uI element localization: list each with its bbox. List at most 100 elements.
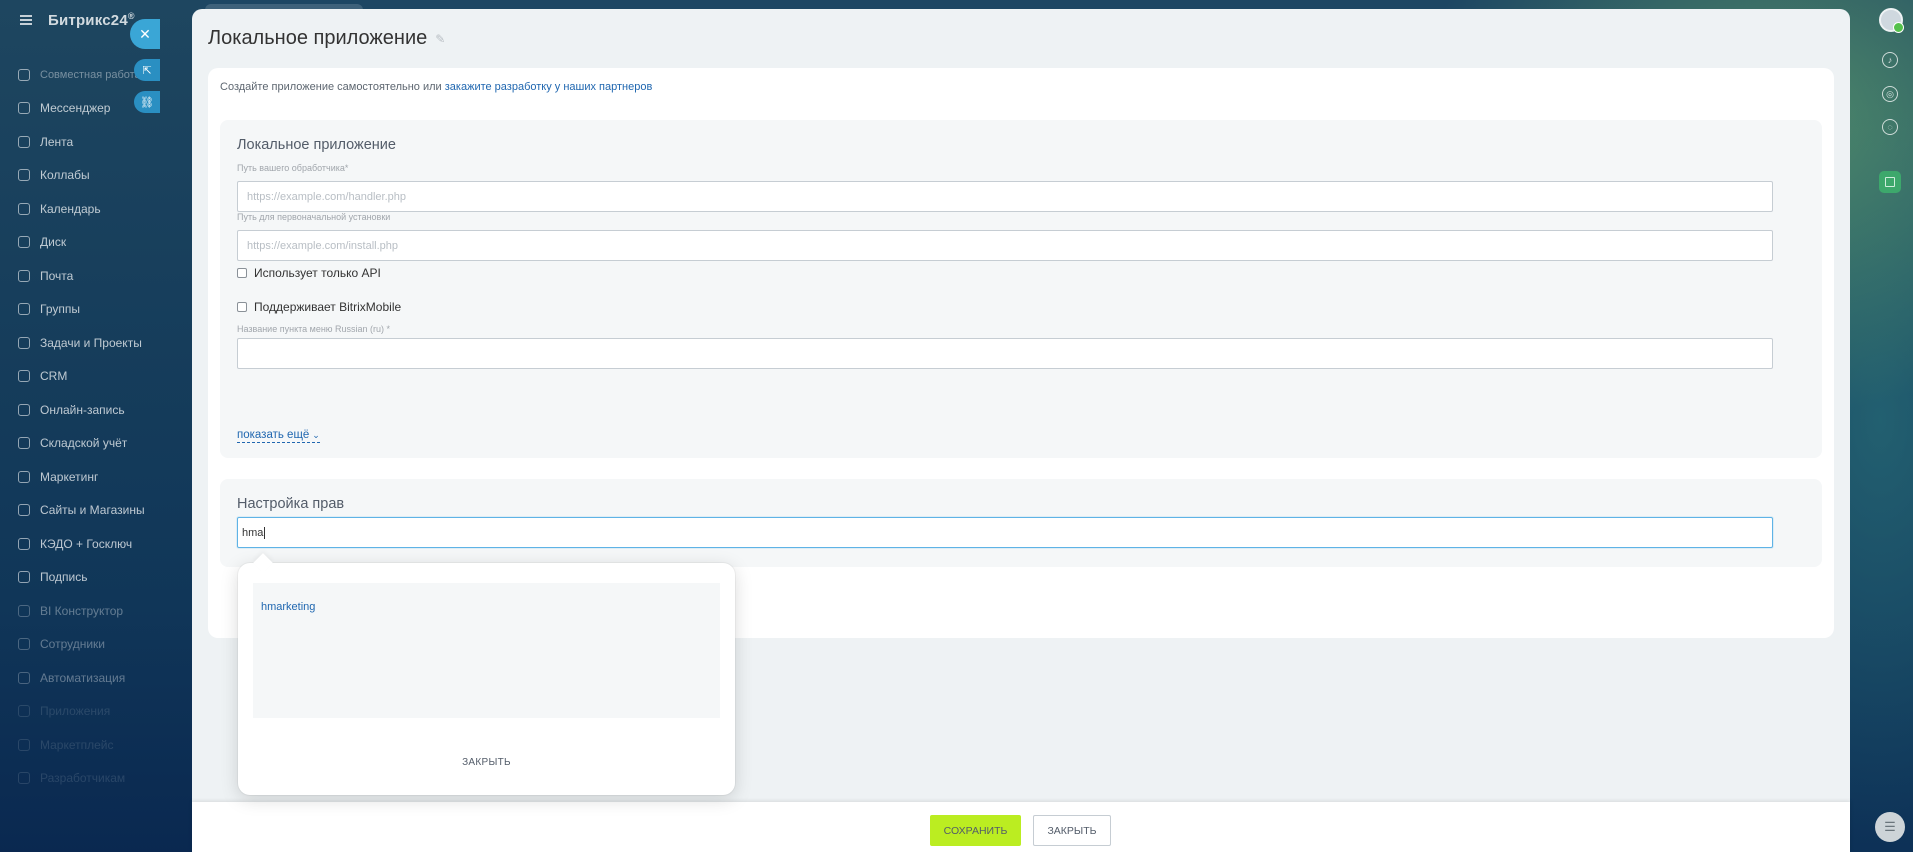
search-result-item[interactable]: hmarketing [261, 601, 315, 613]
sidebar-item[interactable]: КЭДО + Госключ [0, 527, 190, 561]
chat-widget-button[interactable]: ☰ [1875, 812, 1905, 842]
sidebar-item[interactable]: BI Конструктор [0, 594, 190, 628]
sidebar-item[interactable]: Сайты и Магазины [0, 494, 190, 528]
mobile-label: Поддерживает BitrixMobile [254, 300, 402, 314]
sidebar-item[interactable]: Диск [0, 226, 190, 260]
sidebar-item-icon [18, 370, 30, 383]
brand-logo[interactable]: Битрикс24® [48, 11, 135, 29]
handler-placeholder: https://example.com/handler.php [247, 190, 406, 203]
sidebar-item-label: Задачи и Проекты [40, 335, 142, 350]
sidebar-item-label: Мессенджер [40, 101, 111, 116]
left-sidebar: Битрикс24® Совместная работа Мессенджер Ле… [0, 0, 190, 852]
sidebar-item-icon [18, 169, 30, 182]
rights-section-title: Настройка прав [237, 496, 345, 512]
sidebar-item-icon [18, 202, 30, 215]
rights-search-value: hma [242, 526, 264, 539]
partner-order-link[interactable]: закажите разработку у наших партнеров [445, 81, 653, 93]
open-new-window-button[interactable]: ⇱ [134, 59, 160, 81]
sidebar-item[interactable]: Маркетплейс [0, 728, 190, 762]
sidebar-item[interactable]: Разработчикам [0, 762, 190, 796]
right-rail: ♪ ◎ ◌ ☰ [1863, 0, 1913, 852]
menu-name-label: Название пункта меню Russian (ru) * [237, 324, 391, 334]
sidebar-item-label: Маркетплейс [40, 737, 114, 752]
menu-name-input[interactable] [237, 338, 1773, 369]
local-app-section: Локальное приложение Путь вашего обработ… [220, 120, 1822, 458]
sidebar-item-icon [18, 671, 30, 684]
sidebar-item-label: Сотрудники [40, 637, 105, 652]
sidebar-item[interactable]: Лента [0, 125, 190, 159]
sidebar-item[interactable]: Онлайн-запись [0, 393, 190, 427]
sidebar-item-label: CRM [40, 369, 68, 384]
sidebar-item-label: Разработчикам [40, 771, 126, 786]
sidebar-item[interactable]: Автоматизация [0, 661, 190, 695]
close-button-label: ЗАКРЫТЬ [1047, 824, 1097, 837]
mobile-checkbox[interactable] [237, 302, 247, 312]
sidebar-item[interactable]: Приложения [0, 695, 190, 729]
copy-link-button[interactable]: ⛓ [134, 91, 160, 113]
sidebar-nav: Совместная работа Мессенджер Лента Коллабы К… [0, 58, 190, 795]
sidebar-item[interactable]: Складской учёт [0, 427, 190, 461]
sidebar-item-icon [18, 537, 30, 550]
mobile-checkbox-row[interactable]: Поддерживает BitrixMobile [237, 300, 401, 314]
sidebar-item-label: Складской учёт [40, 436, 128, 451]
sidebar-item[interactable]: CRM [0, 360, 190, 394]
show-more-link[interactable]: показать ещё ⌄ [237, 429, 320, 443]
rights-search-input[interactable]: hma [237, 517, 1773, 548]
chat-search-icon[interactable]: ◌ [1882, 119, 1898, 135]
sidebar-item[interactable]: Маркетинг [0, 460, 190, 494]
slider-close-button[interactable]: ✕ [130, 19, 160, 49]
api-only-checkbox-row[interactable]: Использует только API [237, 266, 381, 280]
sheet-app-icon[interactable] [1879, 171, 1901, 193]
sidebar-item-icon [18, 772, 30, 785]
menu-burger-icon[interactable] [20, 15, 32, 25]
sidebar-item-label: Совместная работа [40, 68, 141, 81]
sidebar-item-icon [18, 236, 30, 249]
sidebar-item[interactable]: Подпись [0, 561, 190, 595]
sidebar-item-label: Почта [40, 268, 74, 283]
handler-path-input[interactable]: https://example.com/handler.php [237, 181, 1773, 212]
install-path-input[interactable]: https://example.com/install.php [237, 230, 1773, 261]
sidebar-item-icon [18, 437, 30, 450]
sidebar-item[interactable]: Совместная работа [0, 58, 190, 92]
sidebar-item-label: BI Конструктор [40, 603, 124, 618]
footer-button-bar: СОХРАНИТЬ ЗАКРЫТЬ [192, 802, 1850, 852]
sidebar-item-icon [18, 738, 30, 751]
link-icon: ⛓ [140, 96, 154, 109]
copilot-icon[interactable]: ◎ [1882, 86, 1898, 102]
lines-icon: ☰ [1884, 819, 1896, 834]
sidebar-item[interactable]: Календарь [0, 192, 190, 226]
sidebar-item[interactable]: Коллабы [0, 159, 190, 193]
sidebar-item[interactable]: Почта [0, 259, 190, 293]
avatar[interactable] [1879, 8, 1904, 33]
text-caret [264, 526, 266, 539]
sidebar-item[interactable]: Сотрудники [0, 628, 190, 662]
sidebar-item-icon [18, 470, 30, 483]
edit-pencil-icon[interactable]: ✎ [435, 32, 445, 46]
sidebar-item-label: Диск [40, 235, 67, 250]
app-form-card: Создайте приложение самостоятельно или з… [208, 68, 1834, 638]
sidebar-item-icon [18, 135, 30, 148]
sidebar-item-icon [18, 571, 30, 584]
intro-text-plain: Создайте приложение самостоятельно или [220, 81, 445, 93]
sidebar-item[interactable]: Мессенджер [0, 92, 190, 126]
show-more-text: показать ещё [237, 429, 310, 441]
intro-text: Создайте приложение самостоятельно или з… [220, 81, 652, 93]
page-title: Локальное приложение ✎ [208, 27, 445, 50]
close-button[interactable]: ЗАКРЫТЬ [1033, 815, 1111, 846]
sidebar-item[interactable]: Задачи и Проекты [0, 326, 190, 360]
sidebar-item-label: Подпись [40, 570, 88, 585]
sidebar-item-label: Календарь [40, 201, 101, 216]
sidebar-item-label: Онлайн-запись [40, 402, 125, 417]
bell-icon[interactable]: ♪ [1882, 52, 1898, 68]
page-title-text: Локальное приложение [208, 27, 428, 49]
sidebar-item-label: Группы [40, 302, 80, 317]
sidebar-item[interactable]: Группы [0, 293, 190, 327]
save-button-label: СОХРАНИТЬ [943, 824, 1008, 837]
popup-close-button[interactable]: ЗАКРЫТЬ [238, 757, 735, 768]
save-button[interactable]: СОХРАНИТЬ [930, 815, 1021, 846]
rights-search-popup: hmarketing ЗАКРЫТЬ [238, 563, 735, 795]
section-title: Локальное приложение [237, 137, 396, 153]
api-only-checkbox[interactable] [237, 268, 247, 278]
sidebar-item-icon [18, 705, 30, 718]
sidebar-item-icon [18, 403, 30, 416]
